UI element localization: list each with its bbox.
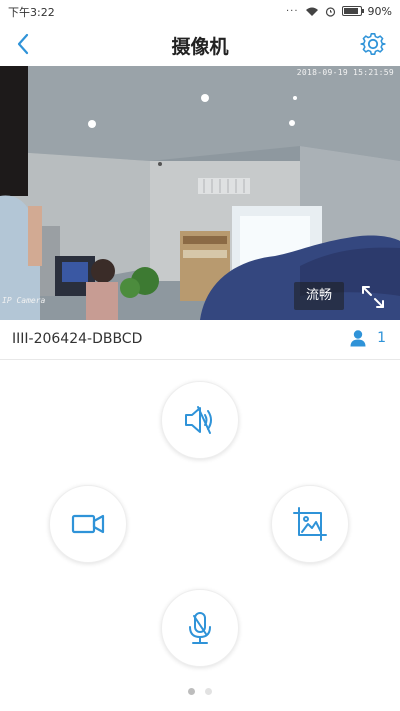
signal-dots: ··· <box>286 5 299 17</box>
battery-fill <box>343 8 358 14</box>
alarm-icon <box>325 6 335 17</box>
video-camera-icon <box>71 514 105 534</box>
expand-icon <box>362 286 384 308</box>
record-button[interactable] <box>49 485 127 563</box>
status-indicators: ··· 90% <box>286 3 392 19</box>
video-timestamp: 2018-09-19 15:21:59 <box>296 68 394 77</box>
speaker-muted-icon <box>185 406 212 434</box>
status-bar: 下午3:22 ··· 90% <box>0 0 400 22</box>
mute-button[interactable] <box>161 381 239 459</box>
battery-percent: 90% <box>367 4 392 18</box>
device-id: IIII-206424-DBBCD <box>12 331 143 347</box>
fullscreen-button[interactable] <box>356 280 390 314</box>
gear-icon <box>360 33 386 55</box>
viewer-count-indicator: 1 <box>349 329 386 347</box>
image-crop-icon <box>293 507 327 541</box>
page-dot-1[interactable] <box>188 688 195 695</box>
viewer-count: 1 <box>377 330 386 346</box>
microphone-button[interactable] <box>161 589 239 667</box>
status-time: 下午3:22 <box>8 6 55 19</box>
camera-label: IP Camera <box>2 296 46 305</box>
snapshot-button[interactable] <box>271 485 349 563</box>
page-indicator <box>0 688 400 695</box>
wifi-icon <box>305 7 318 16</box>
quality-button[interactable]: 流畅 <box>294 282 344 310</box>
person-icon <box>350 330 366 347</box>
battery-icon <box>341 6 364 16</box>
settings-button[interactable] <box>358 29 388 59</box>
microphone-icon <box>189 612 211 644</box>
device-bar: IIII-206424-DBBCD 1 <box>0 320 400 360</box>
app-header: 摄像机 <box>0 22 400 66</box>
page-title: 摄像机 <box>171 36 229 58</box>
page-dot-2[interactable] <box>205 688 212 695</box>
video-feed[interactable]: 2018-09-19 15:21:59 IP Camera 流畅 <box>0 66 400 320</box>
